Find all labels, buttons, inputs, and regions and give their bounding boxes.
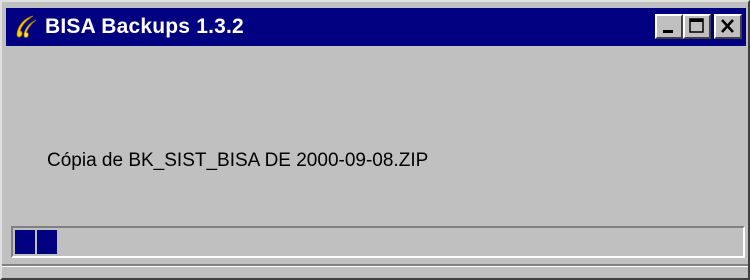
progress-bar	[11, 226, 745, 258]
progress-block	[15, 230, 35, 254]
minimize-button[interactable]	[655, 14, 683, 39]
close-button[interactable]	[714, 14, 742, 39]
app-window: BISA Backups 1.3.2 Cópia de BK_SIST_BISA…	[0, 0, 750, 280]
minimize-icon	[663, 30, 673, 33]
bisa-logo-icon	[16, 15, 37, 38]
window-controls	[655, 14, 742, 39]
divider-highlight	[2, 266, 748, 267]
title-bar[interactable]: BISA Backups 1.3.2	[6, 8, 746, 46]
progress-block	[37, 230, 57, 254]
maximize-icon	[689, 18, 704, 33]
status-message: Cópia de BK_SIST_BISA DE 2000-09-08.ZIP	[47, 150, 429, 171]
maximize-button[interactable]	[683, 14, 711, 39]
progress-fill	[15, 230, 59, 254]
close-icon	[721, 19, 734, 33]
window-title: BISA Backups 1.3.2	[45, 15, 244, 38]
